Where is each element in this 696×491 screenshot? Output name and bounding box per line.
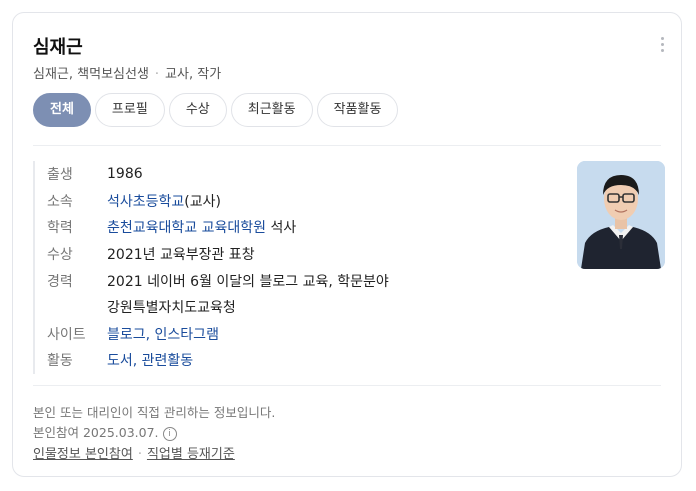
books-link[interactable]: 도서 [107, 353, 133, 369]
divider [33, 385, 661, 386]
info-value: 1986 [107, 166, 143, 183]
tab-profile[interactable]: 프로필 [94, 93, 165, 127]
info-row-birth: 출생 1986 [35, 161, 475, 188]
separator-dot: · [154, 67, 160, 82]
tab-awards[interactable]: 수상 [168, 93, 227, 127]
info-row-award: 수상 2021년 교육부장관 표창 [35, 241, 475, 268]
profile-aliases: 심재근, 책먹보심선생 [33, 67, 149, 82]
info-label: 사이트 [47, 326, 86, 343]
blog-link[interactable]: 블로그 [107, 327, 146, 343]
info-list: 출생 1986 소속 석사초등학교(교사) 학력 춘천교육대학교 교육대학원 석… [33, 161, 475, 374]
info-value: 강원특별자치도교육청 [107, 300, 236, 317]
separator-dot: · [137, 447, 142, 462]
info-row-affiliation: 소속 석사초등학교(교사) [35, 188, 475, 215]
more-options-icon[interactable] [661, 37, 665, 53]
info-row-activity: 활동 도서, 관련활동 [35, 347, 475, 374]
info-row-education: 학력 춘천교육대학교 교육대학원 석사 [35, 214, 475, 241]
info-label: 학력 [47, 220, 73, 237]
info-row-site: 사이트 블로그, 인스타그램 [35, 321, 475, 348]
info-label: 수상 [47, 247, 73, 264]
education-link[interactable]: 춘천교육대학교 교육대학원 [107, 220, 266, 236]
info-value: 2021 네이버 6월 이달의 블로그 교육, 학문분야 [107, 273, 389, 290]
related-activity-link[interactable]: 관련활동 [142, 353, 194, 369]
info-label: 출생 [47, 167, 73, 184]
notice-text: 본인 또는 대리인이 직접 관리하는 정보입니다. [33, 405, 276, 420]
self-participation-link[interactable]: 인물정보 본인참여 [33, 447, 133, 462]
participation-date: 본인참여 2025.03.07. [33, 425, 159, 440]
profile-subtitle: 심재근, 책먹보심선생 · 교사, 작가 [33, 63, 221, 82]
info-label: 소속 [47, 193, 73, 210]
listing-criteria-link[interactable]: 직업별 등재기준 [147, 447, 235, 462]
profile-occupation: 교사, 작가 [165, 67, 222, 82]
footer-links: 인물정보 본인참여 · 직업별 등재기준 [33, 443, 235, 462]
affiliation-suffix: (교사) [184, 193, 221, 210]
tab-all[interactable]: 전체 [33, 93, 91, 127]
profile-name[interactable]: 심재근 [33, 33, 83, 59]
info-label: 활동 [47, 353, 73, 370]
info-icon[interactable]: i [162, 426, 177, 441]
tab-works[interactable]: 작품활동 [316, 93, 399, 127]
tab-recent-activity[interactable]: 최근활동 [230, 93, 313, 127]
verification-notice: 본인 또는 대리인이 직접 관리하는 정보입니다. 본인참여 2025.03.0… [33, 403, 275, 443]
profile-tabs: 전체 프로필 수상 최근활동 작품활동 [33, 93, 399, 127]
divider [33, 145, 661, 146]
info-label: 경력 [47, 273, 73, 290]
affiliation-link[interactable]: 석사초등학교 [107, 194, 184, 210]
instagram-link[interactable]: 인스타그램 [155, 327, 219, 343]
info-row-career: 경력 2021 네이버 6월 이달의 블로그 교육, 학문분야 [35, 267, 475, 294]
profile-card: 심재근 심재근, 책먹보심선생 · 교사, 작가 전체 프로필 수상 최근활동 작품… [12, 12, 682, 477]
education-suffix: 석사 [266, 220, 297, 237]
profile-photo[interactable] [577, 161, 665, 269]
info-value: 2021년 교육부장관 표창 [107, 247, 255, 264]
info-row-career-2: 강원특별자치도교육청 [35, 294, 475, 321]
